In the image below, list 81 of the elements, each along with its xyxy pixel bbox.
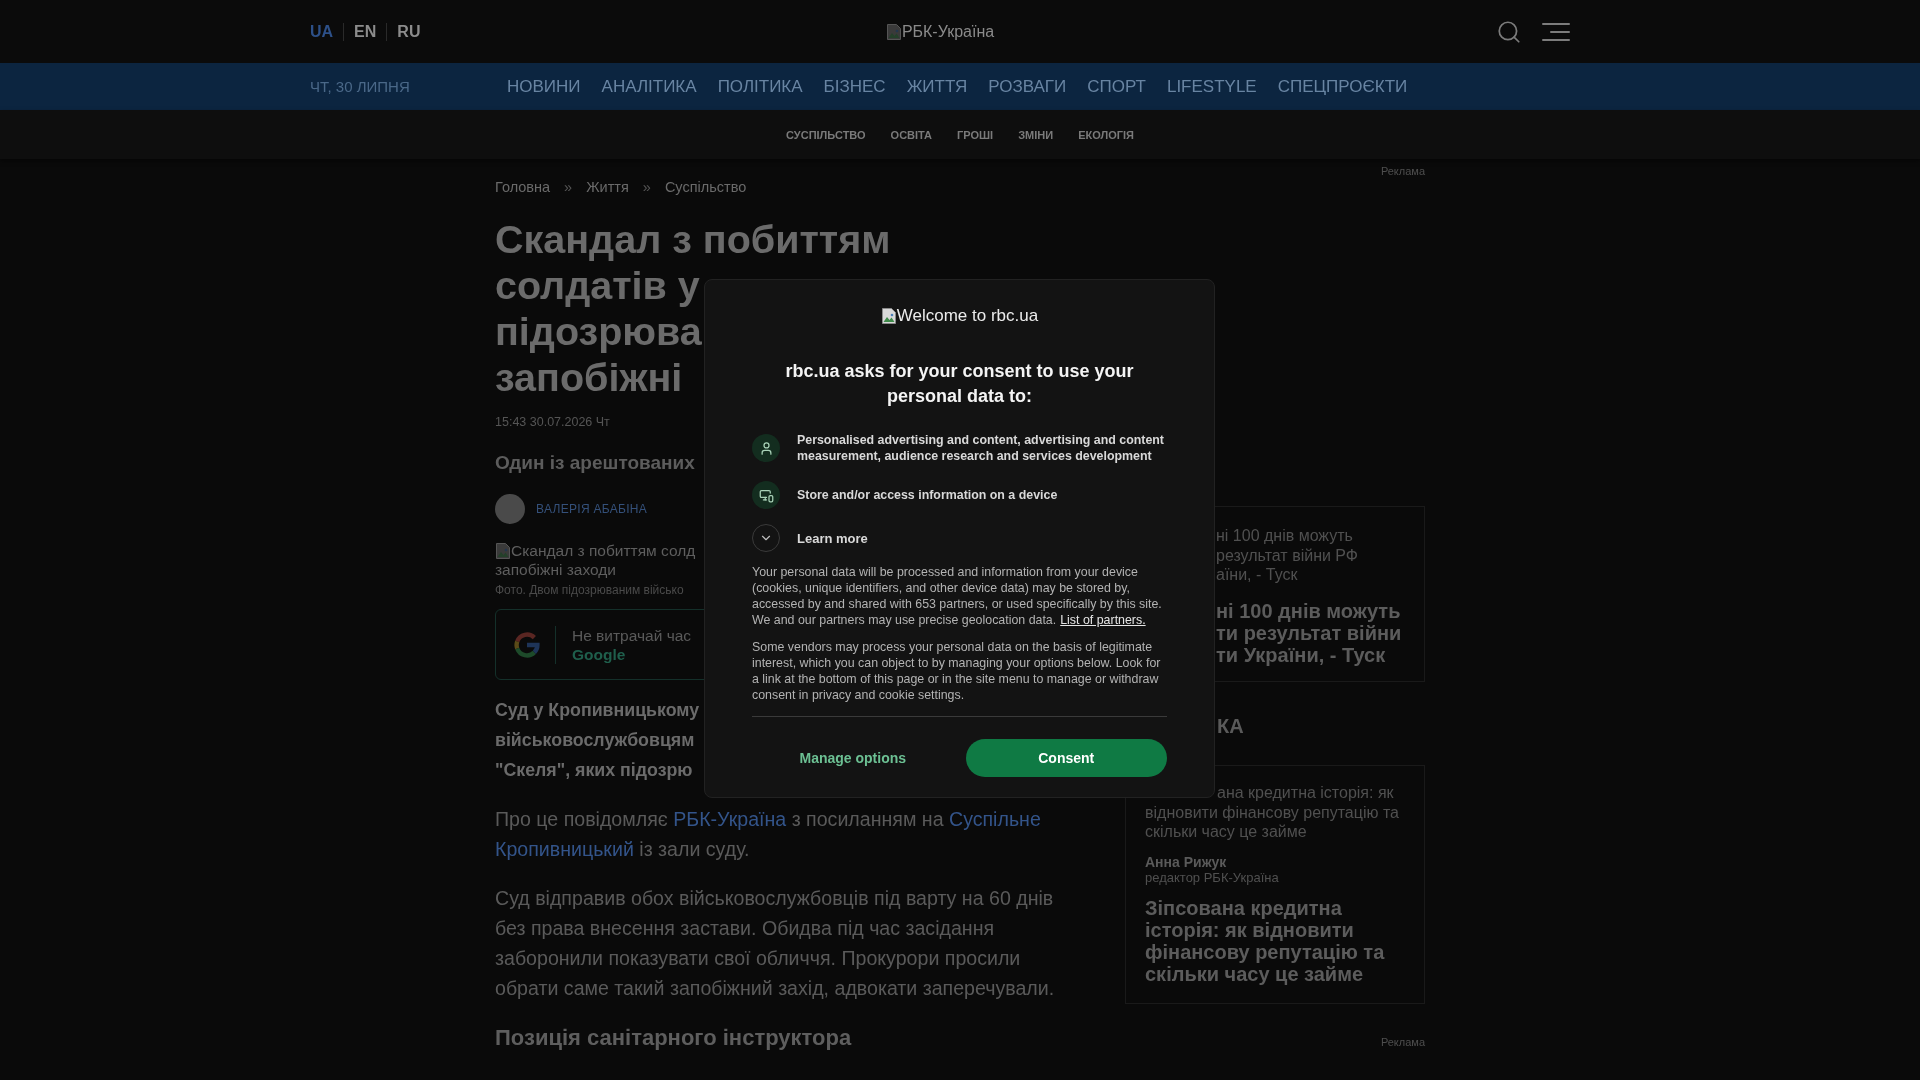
avatar-placeholder (495, 494, 525, 524)
promo-link[interactable]: Google (572, 644, 626, 664)
subnav-link[interactable]: ОСВІТА (890, 128, 933, 141)
subnav-link[interactable]: СУСПІЛЬСТВО (786, 128, 866, 141)
menu-button[interactable] (1542, 21, 1570, 42)
teaser-line: відновити фінансову репутацію та (1145, 802, 1399, 822)
photo-caption: Фото. Двом підозрюваним військо (495, 583, 684, 597)
headline-link[interactable]: Зіпсована кредитна історія: як відновити фінансову репутацію та скільки часу це займе (1145, 896, 1407, 986)
source-link[interactable]: Суспільне (949, 808, 1041, 830)
person-icon (752, 434, 780, 462)
logo-link[interactable]: РБК-Україна (885, 21, 995, 42)
breadcrumb-separator: » (642, 178, 651, 197)
nav-link[interactable]: ЖИТТЯ (906, 76, 968, 97)
nav-link[interactable]: LIFESTYLE (1166, 76, 1257, 97)
teaser-line: ана кредитна історія: як (1217, 783, 1394, 803)
logo-alt-text: Welcome to rbc.ua (896, 305, 1039, 327)
menu-icon (1542, 21, 1570, 42)
g-logo-icon (514, 631, 540, 658)
nav-link[interactable]: СПЕЦПРОЄКТИ (1277, 76, 1408, 97)
purpose-text: Store and/or access information on a device (797, 487, 1058, 503)
author-name: Анна Рижук (1145, 853, 1227, 870)
lead-line: Суд у Кропивницькому (495, 699, 700, 722)
language-link[interactable]: RU (386, 22, 431, 41)
breadcrumb-link[interactable]: Головна (495, 177, 551, 197)
nav-link[interactable]: РОЗВАГИ (988, 76, 1067, 97)
breadcrumb-link[interactable]: Суспільство (664, 177, 747, 197)
learn-more-button[interactable]: Learn more (752, 524, 868, 552)
broken-image-icon (880, 308, 897, 324)
language-link[interactable]: UA (310, 22, 344, 41)
partners-link[interactable]: List of partners. (1060, 613, 1146, 627)
ad-label: Реклама (1380, 1035, 1425, 1049)
teaser-line: скільки часу це займе (1145, 822, 1307, 842)
source-link[interactable]: РБК-Україна (673, 808, 787, 830)
article-paragraph: Суд відправив обох військовослужбовців під варту на 60 днів без права внесення застави. Обидва під час засідання заборонили показувати свої обличчя. Прокурори просили обрати саме такий запобіжний захід, адвокати заперечували. (495, 886, 1056, 1001)
current-date: ЧТ, 30 ЛИПНЯ (310, 78, 411, 95)
title-line: солдатів у (495, 262, 700, 308)
search-icon (1496, 18, 1522, 45)
promo-text: Не витрачай час (572, 625, 692, 645)
lead-line: "Скеля", яких підозрю (495, 759, 693, 782)
nav-link[interactable]: НОВИНИ (507, 76, 581, 97)
nav-link[interactable]: ПОЛІТИКА (717, 76, 803, 97)
search-button[interactable] (1496, 18, 1522, 45)
ad-label: Реклама (1380, 164, 1425, 178)
consent-notice: Some vendors may process your personal data on the basis of legitimate interest, which you can object to by managing your options below. Look for a link at the bottom of this page or in the site menu to manage or withdraw consent in privacy and cookie settings. (752, 639, 1162, 703)
source-link[interactable]: Кропивницький (495, 838, 634, 860)
broken-image-icon (885, 23, 902, 40)
title-line: запобіжні (495, 354, 683, 400)
headline-link[interactable]: ні 100 днів можуть (1216, 599, 1401, 622)
subnav-link[interactable]: ГРОШІ (957, 128, 994, 141)
article-subtitle: Один із арештованих (495, 451, 695, 475)
author-link[interactable]: ВАЛЕРІЯ АБАБІНА (536, 502, 648, 516)
purpose-text: Personalised advertising and content, advertising and content measurement, audience research and services development (797, 432, 1165, 464)
title-line: Скандал з побиттям (495, 216, 891, 262)
image-alt-text: запобіжні заходи (495, 560, 617, 579)
headline-link[interactable]: ти України, - Туск (1216, 643, 1386, 666)
publish-date: 15:43 30.07.2026 Чт (495, 414, 610, 430)
section-title: КА (1217, 714, 1244, 738)
breadcrumb-separator: » (564, 178, 573, 197)
nav-link[interactable]: БІЗНЕС (823, 76, 886, 97)
author-role: редактор РБК-Україна (1145, 869, 1279, 886)
consent-button[interactable]: Consent (965, 739, 1167, 777)
language-link[interactable]: EN (343, 22, 387, 41)
section-heading: Позиція санітарного інструктора (495, 1024, 852, 1052)
teaser-line: результат війни РФ (1216, 545, 1358, 565)
breadcrumb-link[interactable]: Життя (586, 177, 629, 197)
lead-line: військовослужбовцям (495, 729, 695, 752)
headline-link[interactable]: ти результат війни (1216, 621, 1402, 644)
article-paragraph: Про це повідомляє РБК-Україна з посиланням на Суспільне Кропивницький із зали суду. (495, 807, 1042, 862)
teaser-line: аїни, - Туск (1216, 565, 1298, 585)
image-alt-text: Скандал з побиттям солд (511, 541, 696, 560)
title-line: підозрюва (495, 308, 702, 354)
teaser-line: ні 100 днів можуть (1216, 526, 1353, 546)
subnav-link[interactable]: ЗМІНИ (1018, 128, 1054, 141)
nav-link[interactable]: СПОРТ (1087, 76, 1146, 97)
broken-image-icon (495, 542, 511, 559)
subnav-link[interactable]: ЕКОЛОГІЯ (1078, 128, 1134, 141)
manage-options-button[interactable]: Manage options (797, 746, 909, 770)
devices-icon (752, 481, 780, 509)
consent-notice: Your personal data will be processed and information from your device (cookies, unique identifiers, and other device data) may be stored by, accessed by and shared with 653 partners, or used specifically by this site. We and our partners may use precise geolocation data. List of partners. (752, 564, 1163, 628)
nav-link[interactable]: АНАЛІТИКА (601, 76, 697, 97)
dialog-title: rbc.ua asks for your consent to use your personal data to: (784, 360, 1135, 408)
